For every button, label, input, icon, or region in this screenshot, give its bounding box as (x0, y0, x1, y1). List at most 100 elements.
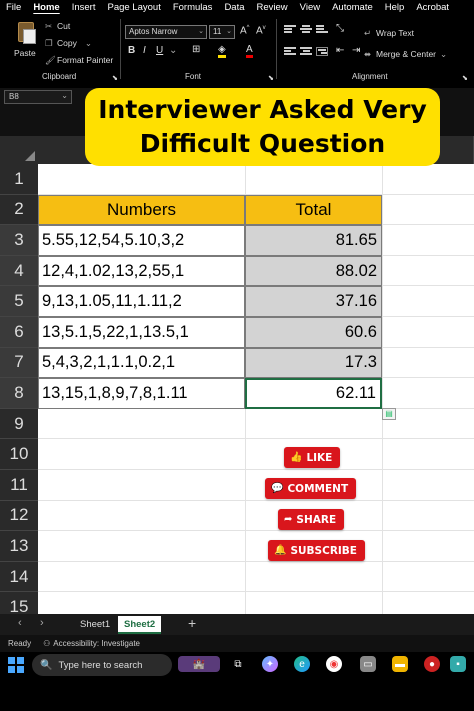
numbers-cell[interactable]: 5.55,12,54,5.10,3,2 (38, 225, 245, 256)
row-header[interactable]: 2 (0, 194, 38, 226)
bold-icon[interactable]: B (128, 45, 135, 56)
increase-font-icon[interactable]: A^ (240, 25, 250, 36)
align-top-icon[interactable] (284, 25, 296, 34)
halloween-widget-icon[interactable]: 🏰 (178, 656, 220, 672)
merge-center-button[interactable]: ⬌ Merge & Center ⌄ (364, 49, 447, 60)
like-button[interactable]: 👍 LIKE (284, 447, 341, 468)
row-header[interactable]: 11 (0, 470, 38, 501)
font-size-select[interactable]: 11 ⌄ (209, 25, 235, 39)
file-explorer-icon[interactable]: ▬ (392, 656, 408, 672)
chevron-right-icon[interactable]: › (40, 617, 44, 629)
tab-sheet2[interactable]: Sheet2 (118, 616, 162, 634)
menu-home[interactable]: Home (27, 2, 65, 13)
row-header[interactable]: 12 (0, 500, 38, 532)
select-all-corner[interactable] (0, 136, 38, 164)
subscribe-button[interactable]: 🔔 SUBSCRIBE (268, 540, 365, 561)
underline-icon[interactable]: U (156, 45, 163, 56)
status-accessibility[interactable]: Accessibility: Investigate (53, 639, 140, 648)
chevron-down-icon[interactable]: ⌄ (169, 45, 177, 56)
menu-review[interactable]: Review (251, 2, 294, 13)
gridline (38, 591, 474, 593)
dialog-launcher-icon[interactable]: ⬊ (462, 74, 468, 82)
menu-automate[interactable]: Automate (326, 2, 379, 13)
add-sheet-icon[interactable]: + (188, 615, 196, 631)
row-header[interactable]: 14 (0, 561, 38, 593)
borders-icon[interactable]: ⊞ (192, 44, 200, 55)
numbers-cell[interactable]: 13,15,1,8,9,7,8,1.11 (38, 378, 245, 409)
menu-page-layout[interactable]: Page Layout (101, 2, 166, 13)
cut-button[interactable]: ✂ Cut (45, 21, 70, 32)
copilot-icon[interactable]: ✦ (262, 656, 278, 672)
taskbar-search[interactable]: 🔍 Type here to search (32, 654, 172, 676)
row-header[interactable]: 7 (0, 347, 38, 379)
menu-bar: File Home Insert Page Layout Formulas Da… (0, 0, 474, 15)
row-header[interactable]: 6 (0, 317, 38, 348)
total-cell[interactable]: 88.02 (245, 255, 382, 287)
row-header[interactable]: 5 (0, 286, 38, 317)
edge-icon[interactable]: e (294, 656, 310, 672)
quick-analysis-icon[interactable]: ▤ (382, 408, 396, 420)
header-total-cell[interactable]: Total (245, 194, 382, 226)
italic-icon[interactable]: I (143, 45, 146, 56)
total-cell[interactable]: 81.65 (245, 225, 382, 256)
increase-indent-icon[interactable]: ⇥ (352, 45, 360, 56)
align-bottom-icon[interactable] (316, 25, 328, 34)
total-cell[interactable]: 37.16 (245, 286, 382, 317)
chevron-left-icon[interactable]: ‹ (18, 617, 22, 629)
wrap-text-button[interactable]: ↵ Wrap Text (364, 28, 414, 39)
numbers-cell[interactable]: 9,13,1.05,11,1.11,2 (38, 286, 245, 317)
format-painter-button[interactable]: 🖌Format Painter (45, 55, 113, 66)
row-header[interactable]: 13 (0, 531, 38, 562)
browser-profile-icon[interactable]: ● (424, 656, 440, 672)
total-cell[interactable]: 60.6 (245, 317, 382, 348)
menu-file[interactable]: File (0, 2, 27, 13)
row-header[interactable]: 8 (0, 378, 38, 409)
decrease-indent-icon[interactable]: ⇤ (336, 45, 344, 56)
comment-icon: 💬 (271, 483, 284, 494)
font-name-select[interactable]: Aptos Narrow ⌄ (125, 25, 207, 39)
paste-button[interactable]: Paste (14, 20, 40, 62)
row-header[interactable]: 3 (0, 225, 38, 256)
menu-formulas[interactable]: Formulas (167, 2, 219, 13)
share-button[interactable]: ➦ SHARE (278, 509, 345, 530)
decrease-font-icon[interactable]: Av (256, 25, 266, 36)
subscribe-label: SUBSCRIBE (290, 544, 357, 557)
orientation-icon[interactable]: ⤡ (336, 23, 344, 34)
menu-help[interactable]: Help (379, 2, 411, 13)
font-color-icon[interactable]: A (246, 44, 253, 58)
align-left-icon[interactable] (284, 47, 296, 56)
menu-view[interactable]: View (294, 2, 326, 13)
row-header[interactable]: 4 (0, 255, 38, 287)
spreadsheet-grid[interactable]: C 123456789101112131415 NumbersTotal5.55… (0, 106, 474, 623)
ribbon-separator (120, 19, 121, 79)
app-icon[interactable]: ▭ (360, 656, 376, 672)
chevron-down-icon: ⌄ (61, 91, 68, 100)
header-numbers-cell[interactable]: Numbers (38, 194, 245, 226)
numbers-cell[interactable]: 12,4,1.02,13,2,55,1 (38, 255, 245, 287)
menu-insert[interactable]: Insert (66, 2, 102, 13)
align-middle-icon[interactable] (300, 25, 312, 34)
dialog-launcher-icon[interactable]: ⬊ (112, 74, 118, 82)
comment-button[interactable]: 💬 COMMENT (265, 478, 357, 499)
row-header[interactable]: 1 (0, 164, 38, 195)
windows-start-icon[interactable] (8, 657, 24, 673)
fill-color-icon[interactable]: ◈ (218, 44, 226, 58)
align-center-icon[interactable] (300, 47, 312, 56)
align-right-icon[interactable] (316, 47, 328, 56)
app-icon[interactable]: ▪ (450, 656, 466, 672)
numbers-cell[interactable]: 13,5.1,5,22,1,13.5,1 (38, 317, 245, 348)
row-header[interactable]: 10 (0, 439, 38, 470)
tab-sheet1[interactable]: Sheet1 (74, 616, 116, 634)
menu-data[interactable]: Data (218, 2, 250, 13)
chrome-icon[interactable]: ◉ (326, 656, 342, 672)
menu-acrobat[interactable]: Acrobat (410, 2, 455, 13)
dialog-launcher-icon[interactable]: ⬊ (268, 74, 274, 82)
copy-button[interactable]: ❐ Copy ⌄ (45, 38, 92, 49)
total-cell[interactable]: 62.11 (245, 378, 382, 409)
numbers-cell[interactable]: 5,4,3,2,1,1.1,0.2,1 (38, 347, 245, 379)
row-header[interactable]: 9 (0, 408, 38, 440)
chevron-down-icon: ⌄ (440, 49, 448, 59)
name-box[interactable]: B8 ⌄ (4, 90, 72, 104)
total-cell[interactable]: 17.3 (245, 347, 382, 379)
task-view-icon[interactable]: ⧉ (230, 656, 246, 672)
